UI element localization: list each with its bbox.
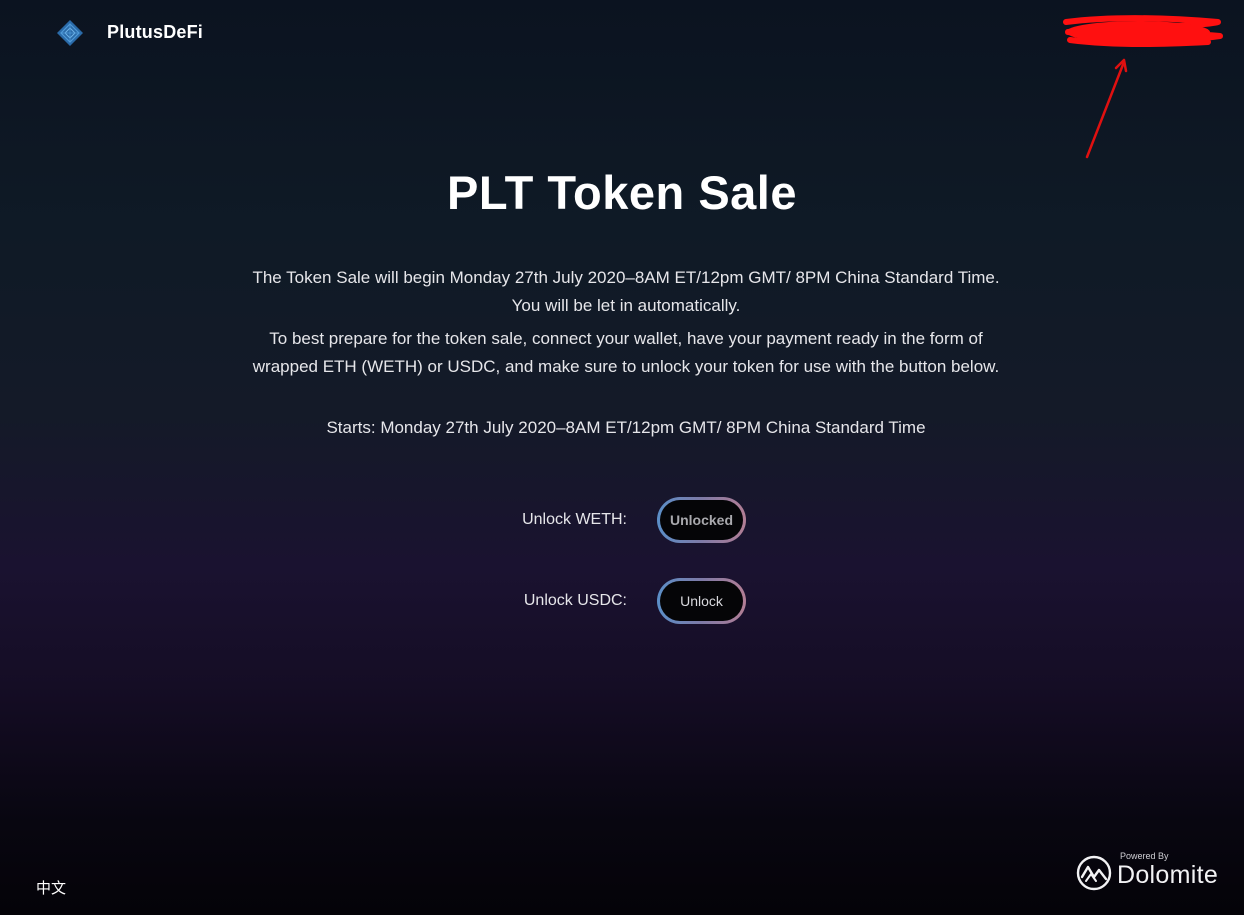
brand-name[interactable]: PlutusDeFi <box>107 22 203 43</box>
powered-by-label: Powered By <box>1120 851 1169 861</box>
sale-start-description: The Token Sale will begin Monday 27th Ju… <box>252 268 1000 315</box>
powered-by-dolomite[interactable]: Powered By Dolomite <box>1076 849 1228 893</box>
unlock-weth-button[interactable]: Unlocked <box>657 497 746 543</box>
page-title: PLT Token Sale <box>447 166 797 219</box>
dolomite-logo-icon <box>1076 855 1112 891</box>
redaction-annotation <box>1058 14 1228 164</box>
unlock-usdc-button[interactable]: Unlock <box>657 578 746 624</box>
language-toggle[interactable]: 中文 <box>36 877 66 898</box>
preparation-instructions: To best prepare for the token sale, conn… <box>252 329 1000 376</box>
unlock-weth-label: Unlock WETH: <box>522 511 627 528</box>
unlock-usdc-button-label: Unlock <box>660 581 743 621</box>
brand-logo-icon[interactable] <box>56 19 84 47</box>
unlock-usdc-label: Unlock USDC: <box>523 592 627 609</box>
dolomite-wordmark: Dolomite <box>1117 861 1219 889</box>
unlock-weth-button-label: Unlocked <box>660 500 743 540</box>
start-time: Starts: Monday 27th July 2020–8AM ET/12p… <box>326 418 926 437</box>
